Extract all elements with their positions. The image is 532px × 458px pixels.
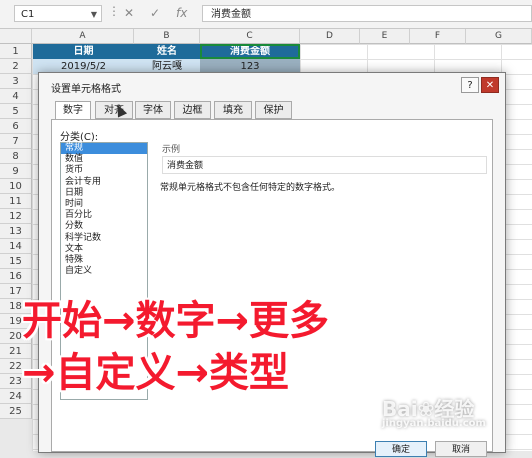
- function-icon[interactable]: fx: [176, 6, 187, 20]
- category-general[interactable]: 常规: [61, 143, 147, 155]
- format-description: 常规单元格格式不包含任何特定的数字格式。: [160, 183, 341, 193]
- column-header-g[interactable]: G: [466, 29, 532, 44]
- row-header-12[interactable]: 12: [0, 209, 32, 224]
- category-fraction[interactable]: 分数: [61, 221, 147, 232]
- tab-fill[interactable]: 填充: [214, 101, 252, 119]
- category-scientific[interactable]: 科学记数: [61, 233, 147, 244]
- help-button[interactable]: ?: [461, 77, 479, 93]
- select-all-corner[interactable]: [0, 29, 32, 44]
- category-number[interactable]: 数值: [61, 154, 147, 165]
- more-icon: ⋮: [108, 4, 120, 18]
- sample-label: 示例: [162, 145, 181, 155]
- caption-line-1: 开始→数字→更多: [22, 298, 330, 344]
- row-header-7[interactable]: 7: [0, 134, 32, 149]
- category-currency[interactable]: 货币: [61, 165, 147, 176]
- cell-c1[interactable]: 消费金额: [200, 44, 300, 59]
- caption-line-2: →自定义→类型: [22, 350, 290, 396]
- row-header-8[interactable]: 8: [0, 149, 32, 164]
- row-header-4[interactable]: 4: [0, 89, 32, 104]
- row-header-3[interactable]: 3: [0, 74, 32, 89]
- row-header-16[interactable]: 16: [0, 269, 32, 284]
- row-header-10[interactable]: 10: [0, 179, 32, 194]
- formula-bar: C1 ▼ ⋮ ✕ ✓ fx 消费金额: [0, 0, 532, 29]
- row-header-1[interactable]: 1: [0, 44, 32, 59]
- cell-a1[interactable]: 日期: [33, 44, 134, 59]
- watermark-url: jingyan.baidu.com: [382, 418, 486, 429]
- category-date[interactable]: 日期: [61, 188, 147, 199]
- category-percentage[interactable]: 百分比: [61, 210, 147, 221]
- category-text[interactable]: 文本: [61, 244, 147, 255]
- category-accounting[interactable]: 会计专用: [61, 177, 147, 188]
- cancel-icon[interactable]: ✕: [124, 6, 134, 20]
- watermark-logo: Bai❀经验 jingyan.baidu.com: [382, 393, 486, 429]
- row-header-14[interactable]: 14: [0, 239, 32, 254]
- name-box-value: C1: [21, 9, 35, 20]
- row-header-6[interactable]: 6: [0, 119, 32, 134]
- tab-font[interactable]: 字体: [135, 101, 171, 119]
- dialog-title: 设置单元格格式: [51, 84, 121, 95]
- row-header-9[interactable]: 9: [0, 164, 32, 179]
- cancel-button[interactable]: 取消: [435, 441, 487, 457]
- column-header-a[interactable]: A: [32, 29, 134, 44]
- name-box[interactable]: C1 ▼: [14, 5, 102, 22]
- confirm-icon[interactable]: ✓: [150, 6, 160, 20]
- row-header-5[interactable]: 5: [0, 104, 32, 119]
- sample-box: 消费金额: [162, 156, 487, 174]
- column-header-c[interactable]: C: [200, 29, 300, 44]
- column-header-b[interactable]: B: [134, 29, 200, 44]
- close-button[interactable]: ✕: [481, 77, 499, 93]
- column-header-e[interactable]: E: [360, 29, 410, 44]
- category-time[interactable]: 时间: [61, 199, 147, 210]
- row-header-25[interactable]: 25: [0, 404, 32, 419]
- column-header-d[interactable]: D: [300, 29, 360, 44]
- tab-number[interactable]: 数字: [55, 101, 91, 120]
- tab-border[interactable]: 边框: [174, 101, 211, 119]
- tab-protection[interactable]: 保护: [255, 101, 292, 119]
- cell-b1[interactable]: 姓名: [134, 44, 200, 59]
- row-header-11[interactable]: 11: [0, 194, 32, 209]
- category-special[interactable]: 特殊: [61, 255, 147, 266]
- category-custom[interactable]: 自定义: [61, 266, 147, 277]
- chevron-down-icon[interactable]: ▼: [91, 6, 97, 23]
- row-header-15[interactable]: 15: [0, 254, 32, 269]
- formula-input[interactable]: 消费金额: [202, 5, 532, 22]
- ok-button[interactable]: 确定: [375, 441, 427, 457]
- column-header-f[interactable]: F: [410, 29, 466, 44]
- category-label: 分类(C):: [60, 132, 99, 143]
- row-header-13[interactable]: 13: [0, 224, 32, 239]
- row-header-2[interactable]: 2: [0, 59, 32, 74]
